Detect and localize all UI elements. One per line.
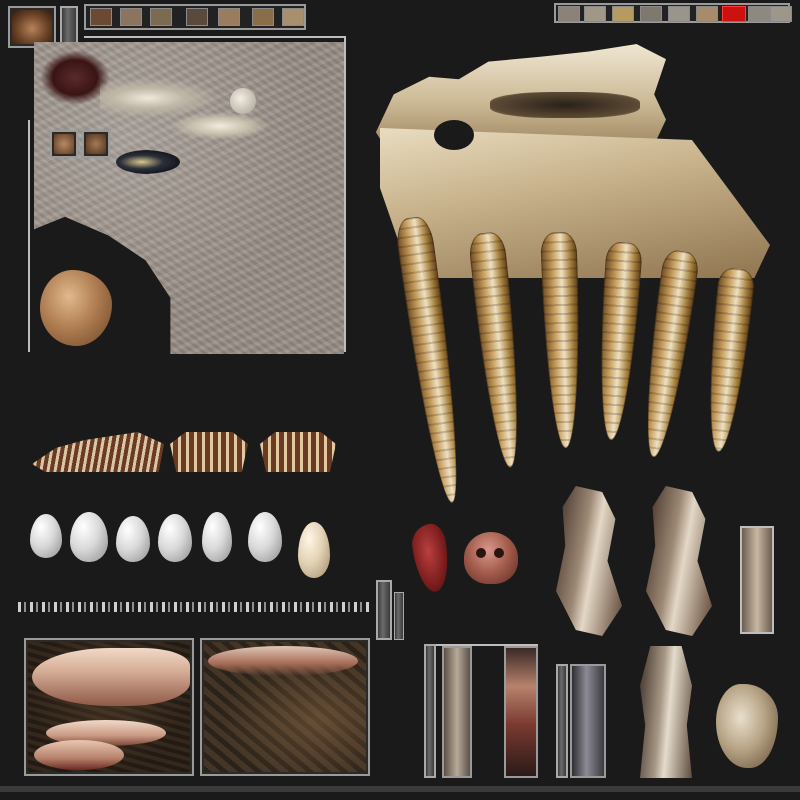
boulder bbox=[40, 270, 112, 346]
rock-chunk-icon bbox=[54, 134, 74, 154]
embedded-shell bbox=[230, 88, 256, 114]
tooth-icon[interactable] bbox=[282, 8, 304, 26]
fossil-bone-2 bbox=[646, 486, 712, 636]
egg-3 bbox=[116, 516, 150, 562]
skull-icon[interactable] bbox=[668, 6, 690, 22]
rib-segment-1 bbox=[170, 432, 248, 472]
top-icon-strip bbox=[84, 4, 306, 30]
jaw-slot-opening bbox=[490, 92, 640, 118]
shell-icon[interactable] bbox=[696, 6, 718, 22]
skull-eye-left bbox=[476, 548, 486, 558]
rock-chunk bbox=[716, 684, 778, 768]
bone-icon[interactable] bbox=[558, 6, 580, 22]
small-slot-1[interactable] bbox=[50, 130, 78, 158]
egg-2 bbox=[70, 512, 108, 562]
fossil-claw bbox=[640, 646, 692, 778]
jaw-eye-socket bbox=[434, 120, 474, 150]
ornament-end-cap-2 bbox=[394, 592, 404, 640]
bone-icon[interactable] bbox=[770, 6, 792, 22]
flesh-tentacle-panel bbox=[24, 638, 194, 776]
slab-frame-top bbox=[84, 36, 346, 38]
fossil-icon[interactable] bbox=[612, 6, 634, 22]
top-left-divider bbox=[60, 6, 78, 44]
bottom-edge-bar bbox=[0, 786, 800, 792]
rock-chunk-icon bbox=[86, 134, 106, 154]
flesh-tentacle-tip bbox=[34, 740, 124, 770]
beetle-grub-icon bbox=[116, 150, 180, 174]
slab-frame-left bbox=[28, 120, 30, 352]
fish-skeleton-segment bbox=[32, 432, 164, 472]
egg-1 bbox=[30, 514, 62, 558]
embedded-vertebra bbox=[170, 112, 270, 140]
flesh-pillar-strip bbox=[504, 646, 538, 778]
skull-icon[interactable] bbox=[186, 8, 208, 26]
pillar-frame-right bbox=[556, 664, 568, 778]
bone-icon[interactable] bbox=[584, 6, 606, 22]
rock-wall-panel bbox=[200, 638, 370, 776]
bone-icon[interactable] bbox=[748, 6, 770, 22]
stone-pillar-strip bbox=[442, 646, 472, 778]
flesh-tentacle bbox=[32, 648, 190, 706]
claw-icon[interactable] bbox=[150, 8, 172, 26]
egg-6 bbox=[248, 512, 282, 562]
rock-chunk-icon bbox=[12, 10, 52, 44]
horn-icon[interactable] bbox=[252, 8, 274, 26]
selected-slot[interactable] bbox=[722, 6, 746, 22]
rock-wall-vein bbox=[208, 646, 358, 676]
egg-5 bbox=[202, 512, 232, 562]
skull-eye-right bbox=[494, 548, 504, 558]
red-organ bbox=[409, 521, 453, 595]
slab-frame-right bbox=[344, 36, 346, 352]
jaw-fang-3 bbox=[540, 231, 584, 449]
metal-pillar-strip bbox=[570, 664, 606, 778]
fossil-icon[interactable] bbox=[640, 6, 662, 22]
rib-segment-2 bbox=[260, 432, 336, 472]
jaw-fang-5 bbox=[635, 248, 701, 460]
egg-7-tan bbox=[298, 522, 330, 578]
thin-bone-panel bbox=[740, 526, 774, 634]
vertebra-icon[interactable] bbox=[218, 8, 240, 26]
top-right-icon-strip bbox=[554, 3, 792, 23]
egg-4 bbox=[158, 514, 192, 562]
jaw-fang-6 bbox=[700, 266, 756, 454]
small-slot-2[interactable] bbox=[82, 130, 110, 158]
flesh-skull bbox=[464, 532, 518, 584]
pillar-frame-left bbox=[424, 644, 436, 778]
shell-icon[interactable] bbox=[90, 8, 112, 26]
ornament-border-strip bbox=[18, 602, 370, 612]
bone-fragment-icon[interactable] bbox=[120, 8, 142, 26]
ornament-end-cap bbox=[376, 580, 392, 640]
fossil-bone-1 bbox=[556, 486, 622, 636]
top-left-portrait-slot[interactable] bbox=[8, 6, 56, 48]
